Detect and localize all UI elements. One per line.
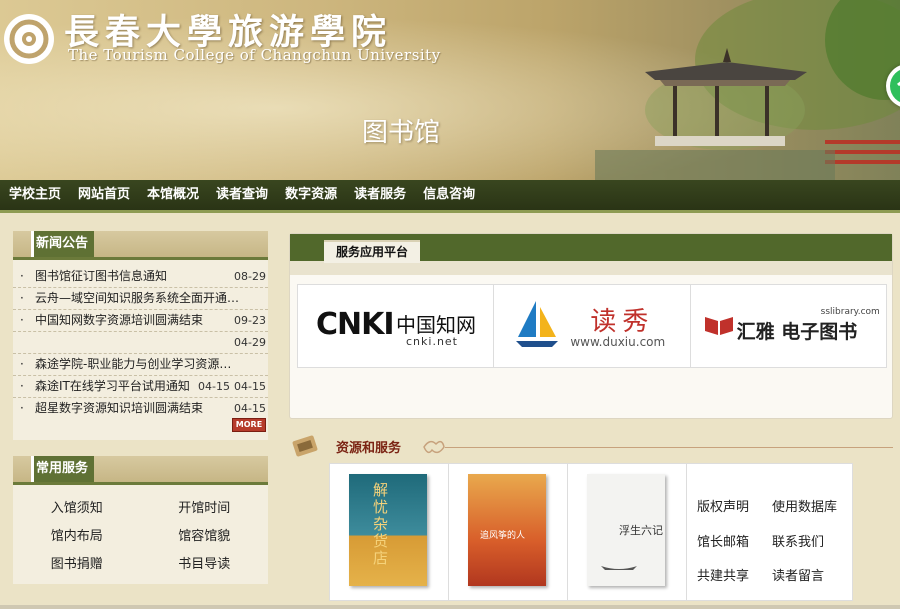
link-copyright[interactable]: 版权声明	[697, 498, 772, 531]
platform-logos: CNKI 中国知网 cnki.net 读秀 www.duxiu.com 汇雅 电…	[297, 284, 887, 368]
page-title: 图书馆	[362, 118, 441, 148]
book-cover[interactable]: 浮生六记	[587, 474, 665, 586]
pavilion-garden-image	[595, 0, 915, 180]
link-director-mailbox[interactable]: 馆长邮箱	[697, 533, 772, 566]
college-logo	[4, 14, 54, 64]
news-item[interactable]: · 云舟—域空间知识服务系统全面开通试...	[13, 288, 268, 310]
sail-icon	[516, 301, 559, 347]
nav-reader-query[interactable]: 读者查询	[207, 180, 276, 210]
book-cell[interactable]: 浮生六记	[568, 464, 687, 600]
platform-header: 服务应用平台	[290, 234, 892, 263]
main-nav: 学校主页 网站首页 本馆概况 读者查询 数字资源 读者服务 信息咨询	[0, 180, 900, 213]
resource-links: 版权声明 使用数据库 馆长邮箱 联系我们 共建共享 读者留言	[687, 464, 852, 600]
book-cell[interactable]: 追风筝的人	[449, 464, 568, 600]
window-edge	[900, 0, 915, 609]
book-icon	[704, 317, 733, 335]
service-book-donation[interactable]: 图书捐赠	[13, 551, 141, 579]
news-more-button[interactable]: MORE	[232, 418, 266, 432]
service-opening-hours[interactable]: 开馆时间	[141, 495, 269, 523]
services-panel-header: 常用服务	[13, 456, 268, 485]
link-contact-us[interactable]: 联系我们	[772, 533, 852, 566]
news-item[interactable]: · 森途IT在线学习平台试用通知 04-15 04-15	[13, 376, 268, 398]
duxiu-logo: 读秀	[590, 307, 655, 337]
news-panel: 新闻公告 · 图书馆征订图书信息通知 08-29 · 云舟—域空间知识服务系统全面开通…	[13, 231, 268, 440]
nav-site-home[interactable]: 网站首页	[69, 180, 138, 210]
header-banner: 長春大學旅游學院 The Tourism College of Changchu…	[0, 0, 915, 180]
service-reading-guide[interactable]: 书目导读	[141, 551, 269, 579]
resources-section-title: 资源和服务	[336, 441, 402, 456]
ornament-icon	[423, 440, 445, 454]
news-item[interactable]: · 森途学院-职业能力与创业学习资源总...	[13, 354, 268, 376]
platform-title: 服务应用平台	[324, 240, 421, 263]
link-use-database[interactable]: 使用数据库	[772, 498, 852, 531]
nav-info-consult[interactable]: 信息咨询	[414, 180, 483, 210]
college-name-en: The Tourism College of Changchun Univers…	[68, 46, 441, 64]
news-item[interactable]: · 超星数字资源知识培训圆满结束 04-15	[13, 398, 268, 419]
service-appearance[interactable]: 馆容馆貌	[141, 523, 269, 551]
cnki-link[interactable]: CNKI 中国知网 cnki.net	[298, 285, 495, 367]
news-item[interactable]: · 中国知网数字资源培训圆满结束 09-23	[13, 310, 268, 332]
service-entry-rules[interactable]: 入馆须知	[13, 495, 141, 523]
link-reader-message[interactable]: 读者留言	[772, 567, 852, 600]
nav-school-home[interactable]: 学校主页	[0, 180, 69, 210]
news-item[interactable]: · 图书馆征订图书信息通知 08-29	[13, 266, 268, 288]
nav-reader-services[interactable]: 读者服务	[345, 180, 414, 210]
service-platform-panel: 服务应用平台 CNKI 中国知网 cnki.net 读秀 www.duxiu.c…	[289, 233, 893, 419]
ticket-icon	[292, 435, 318, 457]
services-grid: 入馆须知 开馆时间 馆内布局 馆容馆貌 图书捐赠 书目导读	[13, 485, 268, 579]
cnki-logo: CNKI	[316, 307, 395, 342]
duxiu-link[interactable]: 读秀 www.duxiu.com	[494, 285, 691, 367]
book-cell[interactable]: 解忧杂货店	[330, 464, 449, 600]
news-panel-title: 新闻公告	[31, 231, 95, 257]
huiya-link[interactable]: 汇雅 电子图书 sslibrary.com	[691, 285, 886, 367]
news-item[interactable]: 04-29	[13, 332, 268, 354]
service-layout[interactable]: 馆内布局	[13, 523, 141, 551]
book-cover[interactable]: 追风筝的人	[468, 474, 546, 586]
link-co-build-share[interactable]: 共建共享	[697, 567, 772, 600]
huiya-logo: 汇雅 电子图书	[736, 321, 858, 343]
nav-digital-resources[interactable]: 数字资源	[276, 180, 345, 210]
nav-library-overview[interactable]: 本馆概况	[138, 180, 207, 210]
resources-panel: 解忧杂货店 追风筝的人 浮生六记 版权声明 使用数据库 馆长邮箱 联系我们 共建…	[329, 463, 853, 601]
services-panel: 常用服务 入馆须知 开馆时间 馆内布局 馆容馆貌 图书捐赠 书目导读	[13, 456, 268, 584]
book-cover[interactable]: 解忧杂货店	[349, 474, 427, 586]
news-list: · 图书馆征订图书信息通知 08-29 · 云舟—域空间知识服务系统全面开通试... …	[13, 260, 268, 419]
news-panel-header: 新闻公告	[13, 231, 268, 260]
services-panel-title: 常用服务	[31, 456, 95, 482]
